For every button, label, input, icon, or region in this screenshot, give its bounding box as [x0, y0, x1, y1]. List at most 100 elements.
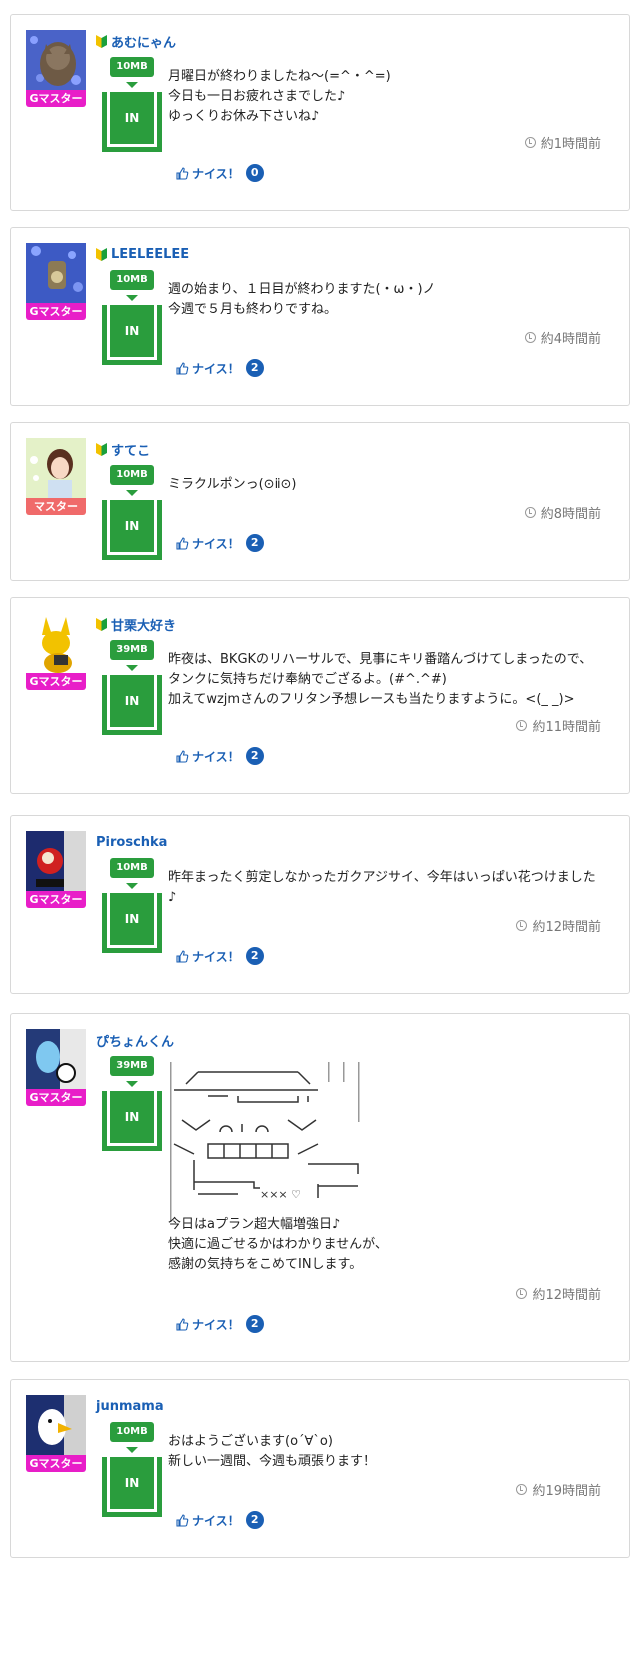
- post-time: 約8時間前: [524, 503, 601, 522]
- rank-badge: Gマスター: [26, 90, 86, 107]
- time-text: 約8時間前: [540, 507, 601, 522]
- user-name[interactable]: LEELEELEE: [111, 247, 189, 262]
- rank-badge: マスター: [26, 498, 86, 515]
- post-message: 月曜日が終わりましたね〜(=^・^=) 今日も一日お疲れさまでした♪ ゆっくりお…: [168, 69, 391, 124]
- user-name-row[interactable]: ぴちょんくん: [96, 1030, 174, 1050]
- rank-badge: Gマスター: [26, 1455, 86, 1472]
- post-card: マスター すてこ 10MB IN ミラクルポンっ(⊙ⅱ⊙) 約8時間前 ナイス！…: [10, 422, 630, 581]
- clock-icon: [524, 137, 536, 148]
- time-text: 約1時間前: [540, 137, 601, 152]
- nice-label: ナイス！: [192, 536, 240, 551]
- size-badge: 10MB: [110, 57, 154, 77]
- user-name-row[interactable]: junmama: [96, 1396, 164, 1416]
- nice-label: ナイス！: [192, 1317, 240, 1332]
- post-card: Gマスター LEELEELEE 10MB IN 週の始まり、１日目が終わりますた…: [10, 227, 630, 406]
- user-avatar[interactable]: [26, 1029, 86, 1089]
- ascii-art-picture: ××× ♡: [170, 1062, 360, 1222]
- user-name[interactable]: junmama: [96, 1399, 164, 1414]
- time-text: 約12時間前: [532, 920, 601, 935]
- user-name[interactable]: 甘栗大好き: [111, 615, 176, 634]
- nice-count: 2: [245, 534, 264, 552]
- rank-badge: Gマスター: [26, 891, 86, 908]
- post-time: 約12時間前: [516, 1284, 601, 1303]
- nice-button[interactable]: ナイス！ 2: [176, 534, 264, 552]
- user-name-row[interactable]: 甘栗大好き: [96, 614, 176, 634]
- in-label: IN: [110, 1457, 154, 1509]
- nice-label: ナイス！: [192, 749, 240, 764]
- down-arrow-icon: [126, 665, 138, 671]
- thumbs-up-icon: [176, 536, 189, 550]
- post-message: おはようございます(o´∀`o) 新しい一週間、今週も頑張ります！: [168, 1434, 377, 1469]
- post-time: 約19時間前: [516, 1480, 601, 1499]
- ascii-art-marks: ××× ♡: [260, 1188, 301, 1201]
- nice-button[interactable]: ナイス！ 2: [176, 1315, 264, 1333]
- in-label: IN: [110, 92, 154, 144]
- nice-count: 2: [245, 747, 264, 765]
- post-message: 昨夜は、BKGKのリハーサルで、見事にキリ番踏んづけてしまったので、タンクに気持…: [168, 652, 593, 707]
- nice-button[interactable]: ナイス！ 2: [176, 947, 264, 965]
- time-text: 約4時間前: [540, 332, 601, 347]
- user-name[interactable]: あむにゃん: [111, 32, 176, 51]
- post-time: 約11時間前: [516, 716, 601, 735]
- in-tray: IN: [102, 675, 162, 735]
- user-avatar[interactable]: [26, 613, 86, 673]
- nice-label: ナイス！: [192, 949, 240, 964]
- in-label: IN: [110, 1091, 154, 1143]
- post-message: 今日はaプラン超大幅増強日♪ 快適に過ごせるかはわかりませんが、 感謝の気持ちを…: [168, 1217, 388, 1272]
- nice-button[interactable]: ナイス！ 0: [176, 164, 264, 182]
- download-indicator: 10MB IN: [99, 465, 165, 560]
- user-name-row[interactable]: LEELEELEE: [96, 244, 189, 264]
- time-text: 約12時間前: [532, 1288, 601, 1303]
- post-card: Gマスター あむにゃん 10MB IN 月曜日が終わりましたね〜(=^・^=) …: [10, 14, 630, 211]
- user-avatar[interactable]: [26, 831, 86, 891]
- in-tray: IN: [102, 1457, 162, 1517]
- post-message: ミラクルポンっ(⊙ⅱ⊙): [168, 477, 297, 492]
- clock-icon: [516, 1288, 528, 1299]
- clock-icon: [516, 720, 528, 731]
- user-avatar[interactable]: [26, 30, 86, 90]
- thumbs-up-icon: [176, 749, 189, 763]
- nice-button[interactable]: ナイス！ 2: [176, 747, 264, 765]
- download-indicator: 10MB IN: [99, 270, 165, 365]
- beginner-mark-icon: [96, 247, 107, 261]
- post-card: Gマスター junmama 10MB IN おはようございます(o´∀`o) 新…: [10, 1379, 630, 1558]
- down-arrow-icon: [126, 490, 138, 496]
- time-text: 約19時間前: [532, 1484, 601, 1499]
- user-avatar[interactable]: [26, 438, 86, 498]
- size-badge: 10MB: [110, 858, 154, 878]
- in-label: IN: [110, 675, 154, 727]
- beginner-mark-icon: [96, 617, 107, 631]
- clock-icon: [516, 1484, 528, 1495]
- user-name[interactable]: Piroschka: [96, 835, 167, 850]
- post-message: 昨年まったく剪定しなかったガクアジサイ、今年はいっぱい花つけました♪: [168, 870, 596, 905]
- user-name-row[interactable]: あむにゃん: [96, 31, 176, 51]
- rank-badge: Gマスター: [26, 673, 86, 690]
- user-name[interactable]: すてこ: [111, 440, 150, 459]
- size-badge: 10MB: [110, 465, 154, 485]
- thumbs-up-icon: [176, 361, 189, 375]
- size-badge: 10MB: [110, 1422, 154, 1442]
- download-indicator: 39MB IN: [99, 640, 165, 735]
- in-tray: IN: [102, 92, 162, 152]
- nice-count: 2: [245, 947, 264, 965]
- time-text: 約11時間前: [532, 720, 601, 735]
- rank-badge: Gマスター: [26, 1089, 86, 1106]
- in-label: IN: [110, 305, 154, 357]
- in-tray: IN: [102, 1091, 162, 1151]
- user-avatar[interactable]: [26, 1395, 86, 1455]
- down-arrow-icon: [126, 82, 138, 88]
- size-badge: 39MB: [110, 640, 154, 660]
- beginner-mark-icon: [96, 34, 107, 48]
- user-name-row[interactable]: Piroschka: [96, 832, 167, 852]
- user-avatar[interactable]: [26, 243, 86, 303]
- clock-icon: [516, 920, 528, 931]
- size-badge: 39MB: [110, 1056, 154, 1076]
- download-indicator: 10MB IN: [99, 1422, 165, 1517]
- nice-button[interactable]: ナイス！ 2: [176, 1511, 264, 1529]
- down-arrow-icon: [126, 1447, 138, 1453]
- post-card: Gマスター Piroschka 10MB IN 昨年まったく剪定しなかったガクア…: [10, 815, 630, 994]
- user-name[interactable]: ぴちょんくん: [96, 1031, 174, 1050]
- nice-button[interactable]: ナイス！ 2: [176, 359, 264, 377]
- nice-count: 0: [245, 164, 264, 182]
- user-name-row[interactable]: すてこ: [96, 439, 150, 459]
